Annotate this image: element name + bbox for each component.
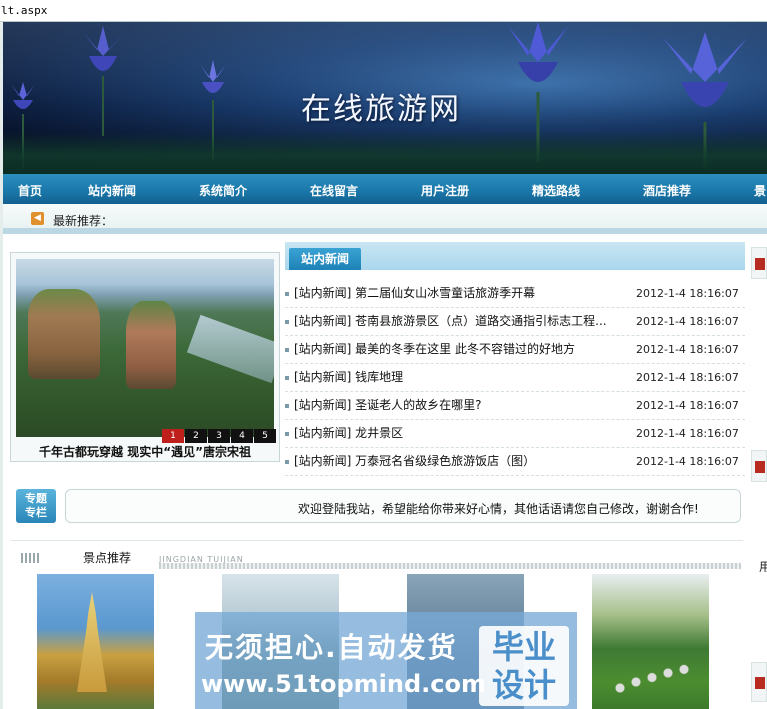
news-title[interactable]: [站内新闻] 圣诞老人的故乡在哪里? <box>294 392 624 419</box>
bullet-icon <box>285 320 289 324</box>
panel-icon <box>755 677 765 689</box>
list-item[interactable]: [站内新闻] 龙井景区 2012-1-4 18:16:07 <box>285 420 745 448</box>
bullet-icon <box>285 404 289 408</box>
main-nav: 首页 站内新闻 系统简介 在线留言 用户注册 精选路线 酒店推荐 景 <box>3 174 767 204</box>
latest-label: 最新推荐： <box>53 214 114 228</box>
bullet-icon <box>285 432 289 436</box>
news-title[interactable]: [站内新闻] 万泰冠名省级绿色旅游饭店（图） <box>294 448 624 475</box>
nav-item-home[interactable]: 首页 <box>18 182 42 199</box>
address-text: lt.aspx <box>1 4 48 17</box>
news-date: 2012-1-4 18:16:07 <box>636 371 739 384</box>
nav-item-scenic[interactable]: 景 <box>754 182 766 199</box>
slideshow-pager: 12345 <box>161 427 276 443</box>
pager-button[interactable]: 3 <box>208 429 230 443</box>
right-edge-text: 用 <box>759 560 767 574</box>
latest-bar: ◀ 最新推荐： <box>3 204 767 234</box>
slideshow-caption[interactable]: 千年古都玩穿越 现实中“遇见”唐宗宋祖 <box>11 443 279 460</box>
pager-button[interactable]: 2 <box>185 429 207 443</box>
news-title[interactable]: [站内新闻] 第二届仙女山冰雪童话旅游季开幕 <box>294 280 624 307</box>
news-title[interactable]: [站内新闻] 龙井景区 <box>294 420 624 447</box>
site-title: 在线旅游网 <box>301 92 461 127</box>
panel-icon <box>755 461 765 473</box>
slideshow: 12345 千年古都玩穿越 现实中“遇见”唐宗宋祖 <box>10 252 280 462</box>
news-date: 2012-1-4 18:16:07 <box>636 287 739 300</box>
watermark-overlay: 无须担心.自动发货 www.51topmind.com 毕业 设计 <box>195 612 577 709</box>
scenic-label: 景点推荐 <box>83 551 132 565</box>
right-panel-edge <box>751 247 767 279</box>
watermark-line2: www.51topmind.com <box>201 670 486 698</box>
nav-item-news[interactable]: 站内新闻 <box>88 182 136 199</box>
welcome-bar: 专题 专栏 欢迎登陆我站，希望能给你带来好心情，其他话语请您自己修改，谢谢合作! <box>11 487 743 525</box>
bullet-icon <box>285 460 289 464</box>
watermark-badge: 毕业 设计 <box>479 626 569 706</box>
news-date: 2012-1-4 18:16:07 <box>636 343 739 356</box>
address-bar[interactable]: lt.aspx <box>0 0 767 22</box>
news-title[interactable]: [站内新闻] 最美的冬季在这里 此冬不容错过的好地方 <box>294 336 624 363</box>
panel-icon <box>755 258 765 270</box>
speaker-icon: ◀ <box>31 212 44 225</box>
flower-decoration-icon <box>83 26 125 136</box>
scenic-header: 景点推荐 JINGDIAN TUIJIAN <box>11 540 743 569</box>
pager-button[interactable]: 5 <box>254 429 276 443</box>
news-panel: 站内新闻 [站内新闻] 第二届仙女山冰雪童话旅游季开幕 2012-1-4 18:1… <box>285 242 745 476</box>
news-date: 2012-1-4 18:16:07 <box>636 315 739 328</box>
right-panel-edge <box>751 662 767 702</box>
list-item[interactable]: [站内新闻] 钱库地理 2012-1-4 18:16:07 <box>285 364 745 392</box>
bullet-icon <box>285 292 289 296</box>
nav-item-about[interactable]: 系统简介 <box>199 182 247 199</box>
bullet-icon <box>285 376 289 380</box>
news-date: 2012-1-4 18:16:07 <box>636 399 739 412</box>
tab-site-news[interactable]: 站内新闻 <box>289 248 361 270</box>
slideshow-image[interactable] <box>16 259 274 437</box>
pager-button[interactable]: 4 <box>231 429 253 443</box>
list-item[interactable]: [站内新闻] 万泰冠名省级绿色旅游饭店（图） 2012-1-4 18:16:07 <box>285 448 745 476</box>
nav-item-message[interactable]: 在线留言 <box>310 182 358 199</box>
list-item[interactable]: [站内新闻] 苍南县旅游景区（点）道路交通指引标志工程... 2012-1-4 1… <box>285 308 745 336</box>
news-header: 站内新闻 <box>285 242 745 270</box>
scenic-thumbnail[interactable] <box>37 574 154 709</box>
news-date: 2012-1-4 18:16:07 <box>636 427 739 440</box>
list-item[interactable]: [站内新闻] 最美的冬季在这里 此冬不容错过的好地方 2012-1-4 18:16… <box>285 336 745 364</box>
news-title[interactable]: [站内新闻] 苍南县旅游景区（点）道路交通指引标志工程... <box>294 308 624 335</box>
site-banner: 在线旅游网 <box>3 22 767 174</box>
welcome-box: 欢迎登陆我站，希望能给你带来好心情，其他话语请您自己修改，谢谢合作! <box>65 489 741 523</box>
news-list: [站内新闻] 第二届仙女山冰雪童话旅游季开幕 2012-1-4 18:16:07 … <box>285 280 745 476</box>
nav-item-hotels[interactable]: 酒店推荐 <box>643 182 691 199</box>
scenic-thumbnail[interactable] <box>592 574 709 709</box>
bullet-icon <box>285 348 289 352</box>
stripe-icon <box>21 553 41 563</box>
list-item[interactable]: [站内新闻] 第二届仙女山冰雪童话旅游季开幕 2012-1-4 18:16:07 <box>285 280 745 308</box>
list-item[interactable]: [站内新闻] 圣诞老人的故乡在哪里? 2012-1-4 18:16:07 <box>285 392 745 420</box>
pager-button[interactable]: 1 <box>162 429 184 443</box>
page: 在线旅游网 首页 站内新闻 系统简介 在线留言 用户注册 精选路线 酒店推荐 景… <box>3 22 767 709</box>
special-column-badge[interactable]: 专题 专栏 <box>16 489 56 523</box>
news-title[interactable]: [站内新闻] 钱库地理 <box>294 364 624 391</box>
right-panel-edge <box>751 450 767 482</box>
nav-item-routes[interactable]: 精选路线 <box>532 182 580 199</box>
news-date: 2012-1-4 18:16:07 <box>636 455 739 468</box>
welcome-text: 欢迎登陆我站，希望能给你带来好心情，其他话语请您自己修改，谢谢合作! <box>298 502 699 516</box>
nav-item-register[interactable]: 用户注册 <box>421 182 469 199</box>
watermark-line1: 无须担心.自动发货 <box>205 631 458 664</box>
